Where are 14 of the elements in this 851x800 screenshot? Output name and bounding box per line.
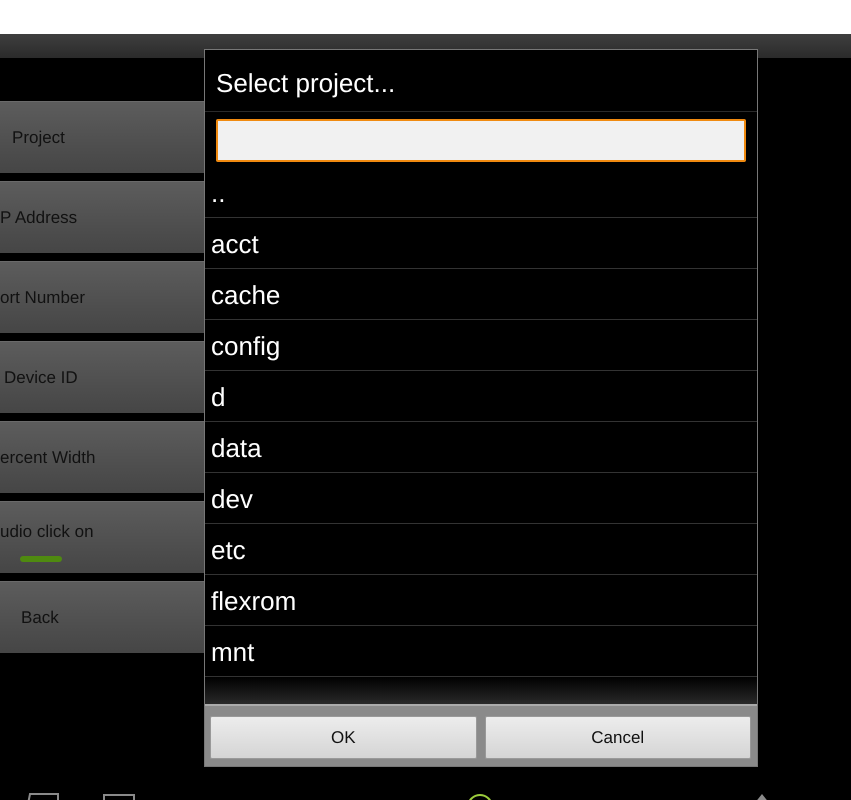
search-field[interactable] bbox=[216, 119, 746, 162]
list-item[interactable]: acct bbox=[205, 218, 757, 269]
toggle-label: udio click on bbox=[0, 522, 94, 542]
dialog-title: Select project... bbox=[205, 50, 757, 112]
dialog-button[interactable]: OK bbox=[210, 716, 476, 759]
list-item[interactable]: data bbox=[205, 422, 757, 473]
list-item[interactable]: dev bbox=[205, 473, 757, 524]
list-item[interactable]: cache bbox=[205, 269, 757, 320]
list-item[interactable]: d bbox=[205, 371, 757, 422]
list-item[interactable]: config bbox=[205, 320, 757, 371]
dialog-button[interactable]: Cancel bbox=[484, 716, 751, 759]
list-item[interactable]: .. bbox=[205, 167, 757, 218]
list-item[interactable]: etc bbox=[205, 524, 757, 575]
list-item[interactable]: flexrom bbox=[205, 575, 757, 626]
